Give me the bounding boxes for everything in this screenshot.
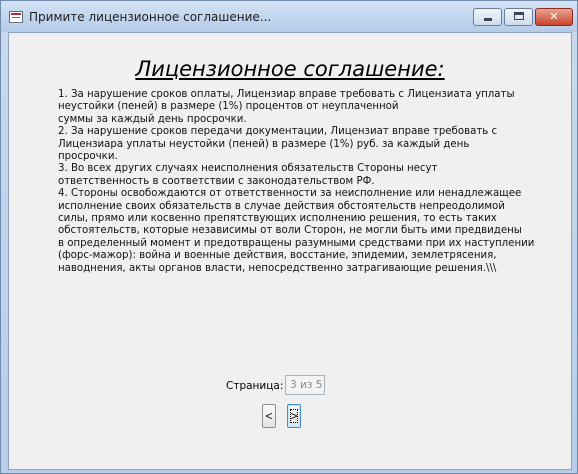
- close-button[interactable]: ✕: [535, 8, 573, 26]
- maximize-icon: [514, 12, 524, 20]
- minimize-icon: [484, 18, 492, 21]
- license-window: Примите лицензионное соглашение... ✕ Лиц…: [0, 0, 578, 474]
- prev-label: <: [265, 409, 273, 423]
- dialog-body: Лицензионное соглашение: 1. За нарушение…: [8, 32, 572, 470]
- license-line: 1. За нарушение сроков оплаты, Лицензиар…: [58, 89, 515, 100]
- license-line: суммы за каждый день просрочки.: [58, 113, 247, 125]
- license-line: силы, прямо или косвенно препятствующих …: [58, 213, 497, 225]
- prev-page-button[interactable]: <: [262, 404, 276, 428]
- license-line: в определенный момент и предотвращены ра…: [58, 237, 535, 249]
- maximize-button[interactable]: [504, 8, 533, 26]
- license-line: наводнения, акты органов власти, непосре…: [58, 262, 497, 274]
- minimize-button[interactable]: [473, 8, 502, 26]
- next-label: >: [290, 409, 298, 423]
- license-line: (форс-мажор): война и военные действия, …: [58, 250, 497, 262]
- license-heading: Лицензионное соглашение:: [135, 57, 445, 81]
- license-line: 3. Во всех других случаях неисполнения о…: [58, 163, 438, 175]
- license-line: исполнение своих обязательств в случае д…: [58, 200, 505, 212]
- window-title: Примите лицензионное соглашение...: [29, 10, 272, 24]
- license-line: просрочки.: [58, 151, 118, 163]
- app-icon: [9, 11, 23, 23]
- license-line: неустойки (пеней) в размере (1%) процент…: [58, 101, 399, 113]
- license-line: ответственность в соответствии с законод…: [58, 175, 375, 187]
- license-line: Лицензиара уплаты неустойки (пеней) в ра…: [58, 138, 470, 150]
- license-line: 2. За нарушение сроков передачи документ…: [58, 126, 498, 138]
- license-text: 1. За нарушение сроков оплаты, Лицензиар…: [58, 89, 535, 275]
- license-line: 4. Стороны освобождаются от ответственно…: [58, 188, 522, 200]
- title-bar[interactable]: Примите лицензионное соглашение... ✕: [1, 1, 577, 32]
- next-page-button[interactable]: >: [287, 404, 301, 428]
- license-line: обстоятельств, которые независимы от вол…: [58, 225, 522, 237]
- close-icon: ✕: [549, 10, 559, 23]
- page-label: Страница:: [226, 380, 284, 392]
- page-indicator-field: 3 из 5: [285, 375, 325, 395]
